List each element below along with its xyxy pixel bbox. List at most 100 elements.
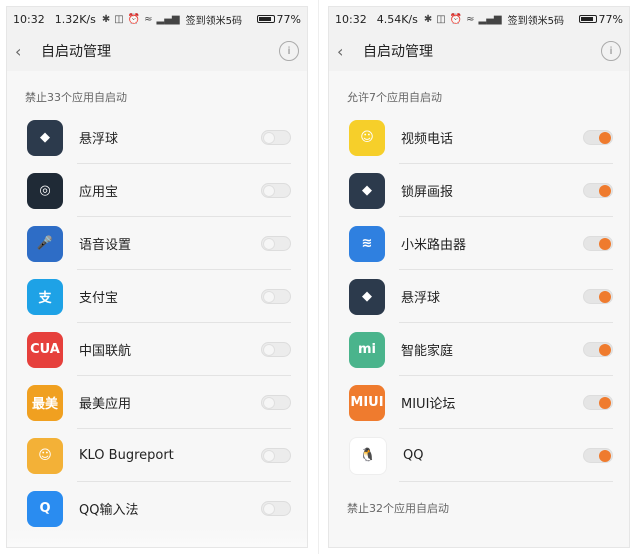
app-name: 应用宝 [79, 185, 119, 200]
signal-icon: ▂▄▆ [478, 13, 502, 25]
toggle-knob [263, 132, 275, 144]
app-row[interactable]: MIUI MIUI论坛 [329, 376, 629, 429]
mi-router-icon: ≋ [349, 225, 385, 262]
status-icons: ✱ ◫ ⏰ ≈ ▂▄▆ [102, 14, 180, 25]
app-name: 锁屏画报 [401, 185, 454, 200]
app-name: 支付宝 [79, 291, 119, 306]
vibrate-icon: ◫ [114, 13, 124, 25]
toggle-knob [599, 185, 611, 197]
qq-input-icon: Q [27, 490, 63, 527]
autostart-toggle[interactable] [261, 342, 291, 357]
app-row[interactable]: ≋ 小米路由器 [329, 217, 629, 270]
page-title: 自启动管理 [41, 44, 111, 60]
title-bar: ‹ 自启动管理 i [329, 31, 629, 71]
section-header-disabled: 禁止32个应用自启动 [347, 502, 449, 515]
battery-icon [578, 15, 597, 23]
autostart-toggle[interactable] [583, 448, 613, 463]
app-name: KLO Bugreport [79, 448, 174, 463]
app-row[interactable]: ◆ 悬浮球 [329, 270, 629, 323]
wifi-icon: ≈ [466, 13, 475, 25]
signal-icon: ▂▄▆ [156, 13, 180, 25]
app-row[interactable]: mi 智能家庭 [329, 323, 629, 376]
status-network-speed: 4.54K/s [376, 12, 418, 26]
autostart-toggle[interactable] [261, 448, 291, 463]
autostart-toggle[interactable] [261, 130, 291, 145]
wifi-icon: ≈ [144, 13, 153, 25]
miui-forum-icon: MIUI [349, 384, 385, 421]
phone-screen-right: 10:32 4.54K/s ✱ ◫ ⏰ ≈ ▂▄▆ 签到领米5码 77% ‹ 自… [328, 6, 630, 548]
app-name: 语音设置 [79, 238, 132, 253]
autostart-toggle[interactable] [583, 130, 613, 145]
autostart-toggle[interactable] [261, 183, 291, 198]
autostart-toggle[interactable] [583, 342, 613, 357]
autostart-toggle[interactable] [261, 289, 291, 304]
autostart-toggle[interactable] [583, 395, 613, 410]
zuimei-icon: 最美 [27, 384, 63, 421]
app-row[interactable]: ◆ 锁屏画报 [329, 164, 629, 217]
battery-indicator: 77% [256, 13, 301, 26]
android-robot-icon: ◆ [349, 172, 385, 209]
toggle-knob [263, 344, 275, 356]
voice-settings-icon: 🎤 [27, 225, 63, 262]
app-name: 最美应用 [79, 397, 132, 412]
app-row[interactable]: Q QQ输入法 [7, 482, 307, 535]
app-row[interactable]: ☺ 视频电话 [329, 111, 629, 164]
status-carrier: 签到领米5码 [185, 15, 242, 27]
section-header-enabled: 允许7个应用自启动 [347, 91, 442, 104]
china-united-airlines-icon: CUA [27, 331, 63, 368]
status-bar: 10:32 4.54K/s ✱ ◫ ⏰ ≈ ▂▄▆ 签到领米5码 77% [329, 7, 629, 31]
klo-bugreport-icon: ☺ [27, 437, 63, 474]
autostart-toggle[interactable] [261, 395, 291, 410]
toggle-knob [599, 344, 611, 356]
app-name: 中国联航 [79, 344, 132, 359]
panel-divider [318, 0, 319, 554]
battery-percent: 77% [598, 12, 623, 26]
autostart-toggle[interactable] [583, 183, 613, 198]
android-robot-icon: ◆ [27, 119, 63, 156]
app-row[interactable]: 🐧 QQ [329, 429, 629, 482]
toggle-knob [263, 397, 275, 409]
toggle-knob [263, 450, 275, 462]
app-row[interactable]: 支 支付宝 [7, 270, 307, 323]
app-row[interactable]: 最美 最美应用 [7, 376, 307, 429]
battery-indicator: 77% [578, 12, 623, 26]
info-button[interactable]: i [279, 41, 299, 61]
app-name: 小米路由器 [401, 238, 467, 253]
app-row[interactable]: 🎤 语音设置 [7, 217, 307, 270]
app-name: 悬浮球 [401, 291, 441, 306]
app-list-enabled: ☺ 视频电话 ◆ 锁屏画报 ≋ 小米路由器 ◆ 悬浮球 mi 智能家庭 MIUI MIUI论坛 🐧 QQ [329, 111, 629, 482]
app-name: 悬浮球 [79, 132, 119, 147]
toggle-knob [599, 238, 611, 250]
alarm-icon: ⏰ [449, 13, 463, 25]
toggle-knob [263, 238, 275, 250]
title-bar: ‹ 自启动管理 i [7, 31, 307, 71]
status-carrier: 签到领米5码 [507, 15, 564, 27]
status-icons: ✱ ◫ ⏰ ≈ ▂▄▆ [424, 14, 502, 25]
app-row[interactable]: ◆ 悬浮球 [7, 111, 307, 164]
bottom-edge [7, 529, 307, 547]
page-title: 自启动管理 [363, 44, 433, 60]
status-bar: 10:32 1.32K/s ✱ ◫ ⏰ ≈ ▂▄▆ 签到领米5码 77% [7, 7, 307, 31]
toggle-knob [263, 185, 275, 197]
app-name: MIUI论坛 [401, 397, 456, 412]
app-name: 视频电话 [401, 132, 454, 147]
alarm-icon: ⏰ [127, 13, 141, 25]
status-time: 10:32 [335, 12, 367, 26]
toggle-knob [599, 450, 611, 462]
app-list-disabled: ◆ 悬浮球 ◎ 应用宝 🎤 语音设置支 支付宝 CUA 中国联航最美 最美应用 ☺ KLO Bugre… [7, 111, 307, 535]
yingyongbao-icon: ◎ [27, 172, 63, 209]
back-arrow-icon[interactable]: ‹ [15, 42, 35, 61]
app-row[interactable]: ☺ KLO Bugreport [7, 429, 307, 482]
video-call-icon: ☺ [349, 119, 385, 156]
back-arrow-icon[interactable]: ‹ [337, 42, 357, 61]
app-name: 智能家庭 [401, 344, 454, 359]
autostart-toggle[interactable] [583, 236, 613, 251]
toggle-knob [599, 132, 611, 144]
app-row[interactable]: CUA 中国联航 [7, 323, 307, 376]
info-button[interactable]: i [601, 41, 621, 61]
autostart-toggle[interactable] [583, 289, 613, 304]
app-row[interactable]: ◎ 应用宝 [7, 164, 307, 217]
toggle-knob [599, 291, 611, 303]
autostart-toggle[interactable] [261, 236, 291, 251]
autostart-toggle[interactable] [261, 501, 291, 516]
